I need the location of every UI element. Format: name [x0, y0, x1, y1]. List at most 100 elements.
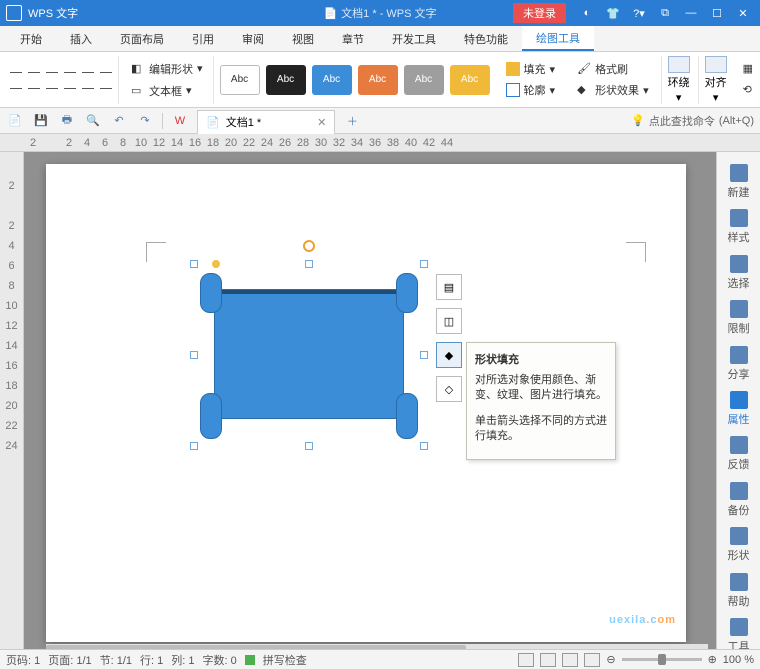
- side-select[interactable]: 选择: [720, 253, 758, 292]
- ctx-layout-icon[interactable]: ▤: [436, 274, 462, 300]
- help-icon[interactable]: ?▾: [628, 4, 650, 22]
- shape-effect-button[interactable]: ◆形状效果 ▾: [571, 80, 655, 100]
- rotate-icon: ⟲: [743, 83, 757, 97]
- view-read-icon[interactable]: [584, 653, 600, 667]
- menu-pagelayout[interactable]: 页面布局: [106, 26, 178, 51]
- resize-handle-bl[interactable]: [190, 442, 198, 450]
- outline-button[interactable]: 轮廓 ▾: [500, 80, 562, 100]
- rotate-handle[interactable]: [303, 240, 315, 252]
- status-words[interactable]: 字数: 0: [203, 652, 237, 668]
- redo-icon[interactable]: ↷: [136, 112, 154, 130]
- close-icon[interactable]: ✕: [732, 4, 754, 22]
- resize-handle-r[interactable]: [420, 351, 428, 359]
- restore-down-icon[interactable]: ⧉: [654, 4, 676, 22]
- ctx-shape-fill-icon[interactable]: ◆: [436, 342, 462, 368]
- zoom-out-icon[interactable]: ⊖: [606, 653, 615, 666]
- shirt-icon[interactable]: 👕: [602, 4, 624, 22]
- shape-style-gallery[interactable]: Abc Abc Abc Abc Abc Abc: [220, 65, 490, 95]
- group-button[interactable]: ▦组: [737, 59, 760, 79]
- resize-handle-br[interactable]: [420, 442, 428, 450]
- zoom-slider[interactable]: [622, 658, 702, 661]
- resize-handle-tl[interactable]: [190, 260, 198, 268]
- undo-icon[interactable]: ↶: [110, 112, 128, 130]
- menu-start[interactable]: 开始: [6, 26, 56, 51]
- style-preset-1[interactable]: Abc: [220, 65, 260, 95]
- side-help[interactable]: 帮助: [720, 571, 758, 610]
- menubar: 开始 插入 页面布局 引用 审阅 视图 章节 开发工具 特色功能 绘图工具: [0, 26, 760, 52]
- side-backup[interactable]: 备份: [720, 480, 758, 519]
- page[interactable]: ▤ ◫ ◆ ◇ 形状填充 对所选对象使用颜色、渐变、纹理、图片进行填充。 单击箭…: [46, 164, 686, 642]
- ctx-crop-icon[interactable]: ◫: [436, 308, 462, 334]
- vertical-ruler[interactable]: 224681012141618202224: [0, 152, 24, 656]
- shape-lines-gallery[interactable]: [8, 65, 114, 95]
- preview-icon[interactable]: 🔍: [84, 112, 102, 130]
- maximize-icon[interactable]: ☐: [706, 4, 728, 22]
- view-web-icon[interactable]: [562, 653, 578, 667]
- skin-icon[interactable]: ◐: [576, 4, 598, 22]
- adjust-handle[interactable]: [212, 260, 220, 268]
- new-tab-icon[interactable]: ＋: [343, 112, 361, 130]
- edit-shape-button[interactable]: ◧编辑形状 ▾: [125, 59, 209, 79]
- format-painter-button[interactable]: 🖌格式刷: [571, 59, 655, 79]
- login-button[interactable]: 未登录: [513, 3, 566, 23]
- menu-devtools[interactable]: 开发工具: [378, 26, 450, 51]
- side-new[interactable]: 新建: [720, 162, 758, 201]
- zoom-value[interactable]: 100 %: [723, 654, 754, 666]
- menu-insert[interactable]: 插入: [56, 26, 106, 51]
- command-search[interactable]: 💡 点此查找命令 (Alt+Q): [631, 113, 754, 129]
- titlebar: WPS 文字 📄 文档1 * - WPS 文字 未登录 ◐ 👕 ?▾ ⧉ — ☐…: [0, 0, 760, 26]
- horizontal-ruler[interactable]: 2246810121416182022242628303234363840424…: [0, 134, 760, 152]
- textbox-button[interactable]: ▭文本框 ▾: [125, 81, 209, 101]
- align-button[interactable]: 对齐▾: [698, 56, 733, 104]
- new-file-icon[interactable]: 📄: [6, 112, 24, 130]
- menu-view[interactable]: 视图: [278, 26, 328, 51]
- resize-handle-tr[interactable]: [420, 260, 428, 268]
- side-properties[interactable]: 属性: [720, 389, 758, 428]
- wrap-button[interactable]: 环绕▾: [661, 56, 696, 104]
- selected-shape[interactable]: [194, 264, 424, 446]
- view-print-icon[interactable]: [518, 653, 534, 667]
- status-spell[interactable]: 拼写检查: [263, 652, 307, 668]
- fill-button[interactable]: 填充 ▾: [500, 59, 562, 79]
- rotate-button[interactable]: ⟲旋: [737, 80, 760, 100]
- status-line[interactable]: 行: 1: [140, 652, 163, 668]
- view-outline-icon[interactable]: [540, 653, 556, 667]
- side-feedback[interactable]: 反馈: [720, 435, 758, 474]
- tab-close-icon[interactable]: ✕: [317, 116, 326, 129]
- tooltip: 形状填充 对所选对象使用颜色、渐变、纹理、图片进行填充。 单击箭头选择不同的方式…: [466, 342, 616, 460]
- style-icon: [730, 209, 748, 227]
- side-share[interactable]: 分享: [720, 344, 758, 383]
- status-page[interactable]: 页码: 1: [6, 652, 40, 668]
- style-preset-3[interactable]: Abc: [312, 65, 352, 95]
- zoom-in-icon[interactable]: ⊕: [708, 653, 717, 666]
- style-preset-6[interactable]: Abc: [450, 65, 490, 95]
- style-preset-5[interactable]: Abc: [404, 65, 444, 95]
- menu-reference[interactable]: 引用: [178, 26, 228, 51]
- canvas[interactable]: ▤ ◫ ◆ ◇ 形状填充 对所选对象使用颜色、渐变、纹理、图片进行填充。 单击箭…: [24, 152, 716, 656]
- resize-handle-b[interactable]: [305, 442, 313, 450]
- save-icon[interactable]: 💾: [32, 112, 50, 130]
- minimize-icon[interactable]: —: [680, 4, 702, 22]
- style-preset-2[interactable]: Abc: [266, 65, 306, 95]
- wps-logo-icon[interactable]: W: [171, 112, 189, 130]
- status-pages[interactable]: 页面: 1/1: [48, 652, 91, 668]
- resize-handle-t[interactable]: [305, 260, 313, 268]
- status-col[interactable]: 列: 1: [171, 652, 194, 668]
- menu-section[interactable]: 章节: [328, 26, 378, 51]
- status-section[interactable]: 节: 1/1: [100, 652, 132, 668]
- scroll-shape[interactable]: [200, 273, 418, 439]
- side-restrict[interactable]: 限制: [720, 298, 758, 337]
- menu-drawingtools[interactable]: 绘图工具: [522, 26, 594, 51]
- resize-handle-l[interactable]: [190, 351, 198, 359]
- print-icon[interactable]: 🖶: [58, 112, 76, 130]
- side-shape[interactable]: 形状: [720, 526, 758, 565]
- doc-title-text: 文档1 * - WPS 文字: [341, 5, 436, 21]
- style-preset-4[interactable]: Abc: [358, 65, 398, 95]
- quick-access-strip: 📄 💾 🖶 🔍 ↶ ↷ W 📄 文档1 * ✕ ＋ 💡 点此查找命令 (Alt+…: [0, 108, 760, 134]
- ctx-shape-outline-icon[interactable]: ◇: [436, 376, 462, 402]
- document-tab[interactable]: 📄 文档1 * ✕: [197, 110, 335, 134]
- side-style[interactable]: 样式: [720, 207, 758, 246]
- tab-doc-icon: 📄: [206, 116, 220, 129]
- menu-review[interactable]: 审阅: [228, 26, 278, 51]
- menu-features[interactable]: 特色功能: [450, 26, 522, 51]
